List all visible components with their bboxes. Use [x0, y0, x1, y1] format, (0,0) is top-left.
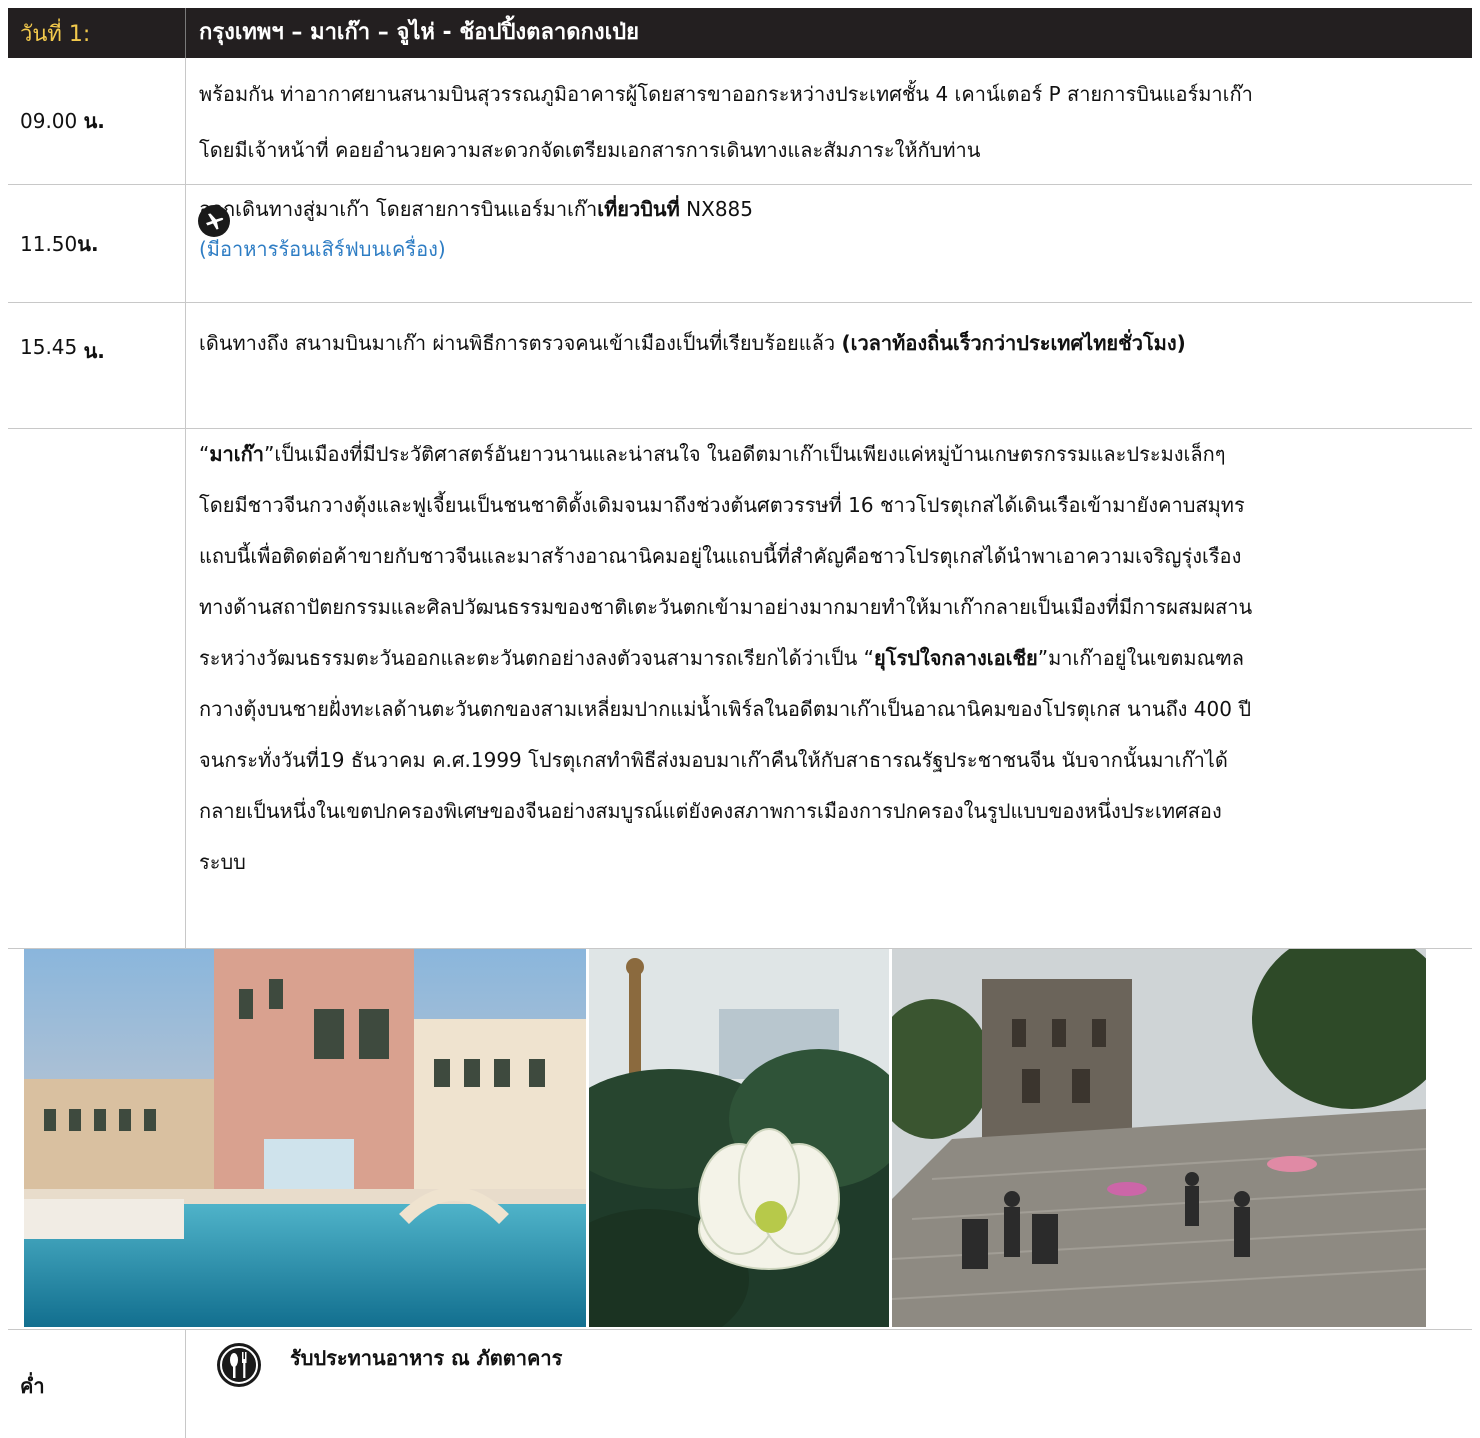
activity-line: โดยมีเจ้าหน้าที่ คอยอำนวยความสะดวกจัดเตร… — [199, 138, 981, 162]
desc-line: จนกระทั่งวันที่19 ธันวาคม ค.ศ.1999 โปรตุ… — [199, 748, 1228, 772]
desc-line: กลายเป็นหนึ่งในเขตปกครองพิเศษของจีนอย่าง… — [199, 799, 1222, 823]
dinner-text: รับประทานอาหาร ณ ภัตตาคาร — [290, 1346, 563, 1370]
flight-text: ออกเดินทางสู่มาเก๊า โดยสายการบินแอร์มาเก… — [199, 197, 598, 221]
time-cell: 15.45 น. — [8, 303, 186, 428]
desc-line: กวางตุ้งบนชายฝั่งทะเลด้านตะวันตกของสามเห… — [199, 697, 1252, 721]
airplane-icon — [198, 205, 230, 237]
activity-cell: พร้อมกัน ท่าอากาศยานสนามบินสุวรรณภูมิอาค… — [186, 58, 1472, 184]
desc-line: ทางด้านสถาปัตยกรรมและศิลปวัฒนธรรมของชาติ… — [199, 595, 1253, 619]
venetian-photo — [24, 949, 586, 1327]
activity-cell: เดินทางถึง สนามบินมาเก๊า ผ่านพิธีการตรวจ… — [186, 303, 1472, 428]
flight-label: เที่ยวบินที่ — [597, 197, 680, 221]
time-unit: น. — [83, 109, 105, 133]
desc-text: ”เป็นเมืองที่มีประวัติศาสตร์อันยาวนานและ… — [263, 442, 1226, 466]
itinerary-page: วันที่ 1: กรุงเทพฯ – มาเก๊า – จูไห่ - ช้… — [0, 0, 1480, 1438]
meal-note: (มีอาหารร้อนเสิร์ฟบนเครื่อง) — [199, 237, 446, 261]
arrival-text: เดินทางถึง สนามบินมาเก๊า ผ่านพิธีการตรวจ… — [199, 331, 842, 355]
activity-cell: ออกเดินทางสู่มาเก๊า โดยสายการบินแอร์มาเก… — [186, 185, 1472, 302]
dinner-row: ค่ำ รับประทานอาหาร ณ ภัตตาคาร — [8, 1330, 1472, 1438]
lotus-photo — [589, 949, 889, 1327]
desc-text: ”มาเก๊าอยู่ในเขตมณฑล — [1037, 646, 1244, 670]
photo-strip — [8, 949, 1472, 1330]
schedule-row: 09.00 น. พร้อมกัน ท่าอากาศยานสนามบินสุวร… — [8, 58, 1472, 185]
itinerary-table: วันที่ 1: กรุงเทพฯ – มาเก๊า – จูไห่ - ช้… — [8, 8, 1472, 1438]
time-note: (เวลาท้องถิ่นเร็วกว่าประเทศไทยชั่วโมง) — [841, 331, 1186, 355]
activity-line: พร้อมกัน ท่าอากาศยานสนามบินสุวรรณภูมิอาค… — [199, 82, 1253, 106]
desc-line: แถบนี้เพื่อติดต่อค้าขายกับชาวจีนและมาสร้… — [199, 544, 1242, 568]
time-value: 09.00 — [20, 109, 78, 133]
time-unit: น. — [77, 231, 99, 256]
day-label: วันที่ 1: — [8, 8, 186, 58]
macau-term: มาเก๊า — [209, 442, 264, 466]
st-pauls-ruins-photo — [892, 949, 1426, 1327]
europe-term: ยุโรปใจกลางเอเชีย — [874, 646, 1038, 670]
quote-mark: “ — [199, 442, 210, 466]
dinner-time: ค่ำ — [8, 1330, 186, 1438]
flight-line: ออกเดินทางสู่มาเก๊า โดยสายการบินแอร์มาเก… — [199, 189, 1472, 229]
description-row: “มาเก๊า”เป็นเมืองที่มีประวัติศาสตร์อันยา… — [8, 429, 1472, 949]
activity-line: เดินทางถึง สนามบินมาเก๊า ผ่านพิธีการตรวจ… — [199, 323, 1472, 363]
schedule-row: 15.45 น. เดินทางถึง สนามบินมาเก๊า ผ่านพิ… — [8, 303, 1472, 429]
day-title: กรุงเทพฯ – มาเก๊า – จูไห่ - ช้อปปิ้งตลาด… — [199, 20, 640, 45]
empty-time-cell — [8, 429, 186, 948]
time-unit: น. — [83, 339, 105, 363]
time-cell: 11.50 น. — [8, 185, 186, 302]
desc-text: ระหว่างวัฒนธรรมตะวันออกและตะวันตกอย่างลง… — [199, 646, 875, 670]
time-cell: 09.00 น. — [8, 58, 186, 184]
desc-line: ระหว่างวัฒนธรรมตะวันออกและตะวันตกอย่างลง… — [199, 633, 1472, 684]
fork-spoon-icon — [217, 1343, 261, 1387]
flight-number: NX885 — [679, 197, 753, 221]
desc-line: “มาเก๊า”เป็นเมืองที่มีประวัติศาสตร์อันยา… — [199, 429, 1472, 480]
desc-line: ระบบ — [199, 850, 246, 874]
dinner-cell: รับประทานอาหาร ณ ภัตตาคาร — [186, 1330, 1472, 1438]
time-value: 15.45 — [20, 335, 78, 359]
macau-description: “มาเก๊า”เป็นเมืองที่มีประวัติศาสตร์อันยา… — [186, 429, 1472, 948]
schedule-row: 11.50 น. ออกเดินทางสู่มาเก๊า โดยสายการบิน… — [8, 185, 1472, 303]
time-value: 11.50 — [20, 231, 78, 256]
desc-line: โดยมีชาวจีนกวางตุ้งและฟูเจี้ยนเป็นชนชาติ… — [199, 493, 1245, 517]
day-header: วันที่ 1: กรุงเทพฯ – มาเก๊า – จูไห่ - ช้… — [8, 8, 1472, 58]
